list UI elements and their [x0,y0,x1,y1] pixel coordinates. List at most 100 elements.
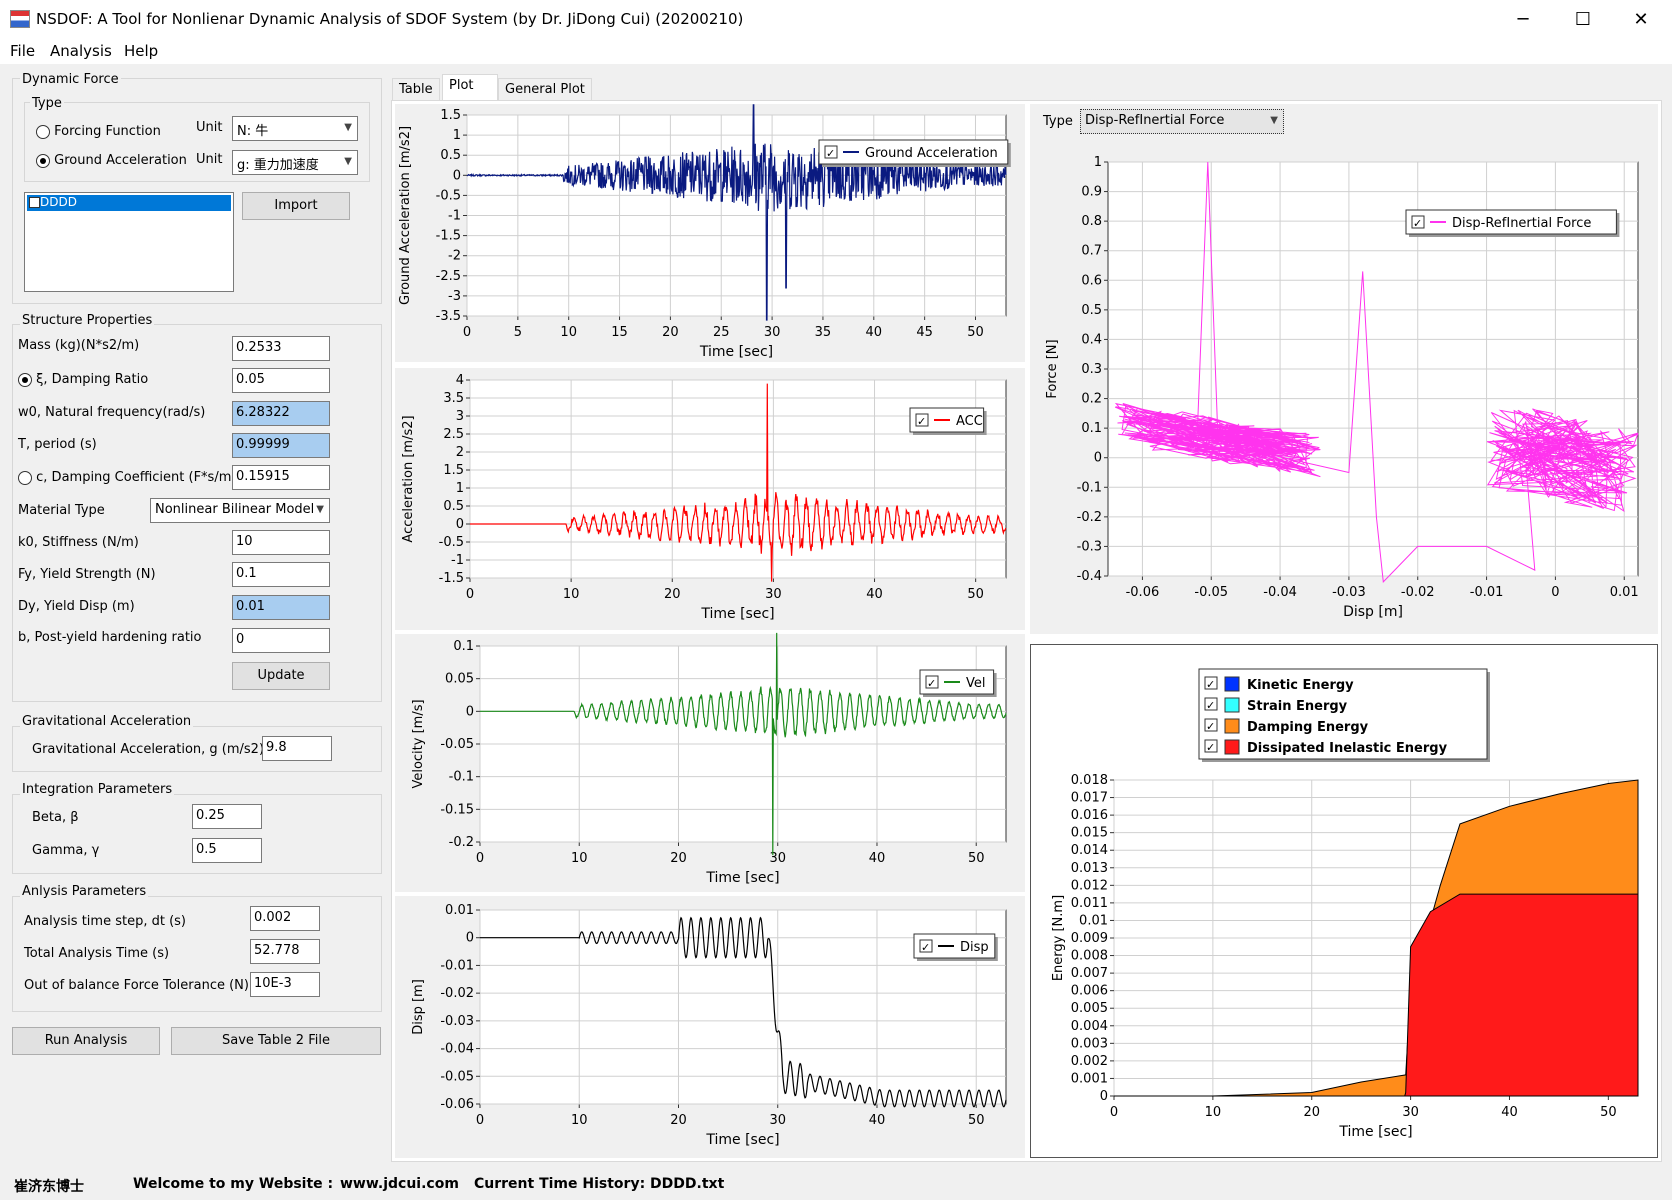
x-tick-label: 0 [476,1113,484,1128]
y-tick-label: 0.01 [1079,913,1108,928]
vel-legend-label: Vel [966,676,986,691]
x-tick-label: 30 [765,587,782,602]
x-tick-label: 30 [1402,1105,1419,1120]
y-tick-label: -0.03 [440,1014,474,1029]
energy-legend-label: Kinetic Energy [1247,678,1354,693]
y-tick-label: -0.1 [1077,480,1102,495]
y-tick-label: 1 [1094,155,1102,170]
y-tick-label: 2.5 [443,427,464,442]
y-tick-label: 0.9 [1081,185,1102,200]
y-tick-label: 0.8 [1081,214,1102,229]
y-tick-label: 2 [456,445,464,460]
y-tick-label: 0.01 [445,903,474,918]
y-tick-label: -0.05 [440,1069,474,1084]
x-tick-label: 10 [560,325,577,340]
x-tick-label: -0.03 [1332,585,1366,600]
welcome-text: Welcome to my Website : [133,1176,334,1192]
x-tick-label: 20 [1303,1105,1320,1120]
y-tick-label: 0.6 [1081,273,1102,288]
y-tick-label: 0 [466,704,474,719]
acc-legend-check: ✓ [917,415,926,428]
current-history-text: Current Time History: DDDD.txt [474,1176,725,1192]
y-tick-label: -0.06 [440,1097,474,1112]
y-tick-label: -3 [448,289,461,304]
x-tick-label: -0.04 [1263,585,1297,600]
y-tick-label: -1.5 [439,571,464,586]
y-tick-label: 0.015 [1071,826,1108,841]
y-tick-label: 1.5 [440,108,461,123]
y-tick-label: -1.5 [436,229,461,244]
x-axis-label: Time [sec] [699,344,773,360]
y-tick-label: -0.04 [440,1042,474,1057]
x-tick-label: 0 [463,325,471,340]
website-link[interactable]: www.jdcui.com [340,1176,459,1192]
charts-svg: 0 5 10 15 20 25 30 35 40 45 501.510.50-0.5-1-1.5-2… [398,104,1639,1148]
x-tick-label: 35 [815,325,832,340]
y-axis-label: Energy [N.m] [1051,895,1066,981]
y-tick-label: -0.2 [449,835,474,850]
y-tick-label: -0.05 [440,737,474,752]
x-tick-label: -0.01 [1470,585,1504,600]
y-tick-label: -3.5 [436,309,461,324]
y-tick-label: 0.05 [445,672,474,687]
y-tick-label: 0.006 [1071,984,1108,999]
y-tick-label: -0.15 [440,802,474,817]
y-tick-label: 0.005 [1071,1001,1108,1016]
x-tick-label: 50 [968,1113,985,1128]
y-tick-label: 0.7 [1081,244,1102,259]
y-tick-label: -0.02 [440,986,474,1001]
y-tick-label: 0.008 [1071,949,1108,964]
vel-legend-check: ✓ [927,677,936,690]
x-tick-label: 10 [563,587,580,602]
y-tick-label: 0 [1094,451,1102,466]
x-tick-label: 40 [866,325,883,340]
energy-legend-swatch [1224,718,1240,734]
y-axis-label: Force [N] [1045,339,1060,398]
x-tick-label: 20 [670,1113,687,1128]
y-tick-label: -0.5 [436,188,461,203]
energy-legend-swatch [1224,739,1240,755]
author-name: 崔济东博士 [14,1179,84,1195]
x-tick-label: 30 [769,851,786,866]
x-tick-label: 0 [1110,1105,1118,1120]
hysteresis-legend-check: ✓ [1413,217,1422,230]
x-tick-label: 50 [967,587,984,602]
x-tick-label: 10 [1205,1105,1222,1120]
y-tick-label: -1 [448,209,461,224]
y-tick-label: 0.013 [1071,861,1108,876]
disp-legend-label: Disp [960,940,989,955]
x-tick-label: 0.01 [1610,585,1639,600]
y-tick-label: 0.011 [1071,896,1108,911]
energy-legend-check: ✓ [1206,699,1215,712]
y-tick-label: 0.012 [1071,878,1108,893]
x-tick-label: 30 [764,325,781,340]
y-tick-label: 0.018 [1071,773,1108,788]
y-tick-label: 3.5 [443,391,464,406]
x-tick-label: 0 [476,851,484,866]
x-tick-label: -0.02 [1401,585,1435,600]
y-tick-label: 0.004 [1071,1019,1108,1034]
y-tick-label: 1 [453,128,461,143]
y-tick-label: 0.017 [1071,791,1108,806]
y-tick-label: -0.3 [1077,539,1102,554]
x-tick-label: 20 [664,587,681,602]
hysteresis-legend-label: Disp-RefInertial Force [1452,216,1591,231]
y-tick-label: 0 [456,517,464,532]
status-bar: 崔济东博士 Welcome to my Website : www.jdcui.… [0,1168,1672,1200]
y-tick-label: 0.002 [1071,1054,1108,1069]
y-tick-label: 0 [453,168,461,183]
x-tick-label: 30 [769,1113,786,1128]
y-tick-label: 0.001 [1071,1071,1108,1086]
y-tick-label: -0.1 [449,770,474,785]
y-tick-label: 0 [1100,1089,1108,1104]
x-axis-label: Disp [m] [1343,604,1403,620]
y-tick-label: 0.5 [1081,303,1102,318]
energy-legend-label: Strain Energy [1247,699,1348,714]
y-tick-label: 4 [456,373,464,388]
energy-legend-check: ✓ [1206,741,1215,754]
y-tick-label: 3 [456,409,464,424]
energy-legend-check: ✓ [1206,720,1215,733]
x-axis-label: Time [sec] [1338,1124,1412,1140]
y-tick-label: 0 [466,931,474,946]
y-tick-label: 0.4 [1081,332,1102,347]
